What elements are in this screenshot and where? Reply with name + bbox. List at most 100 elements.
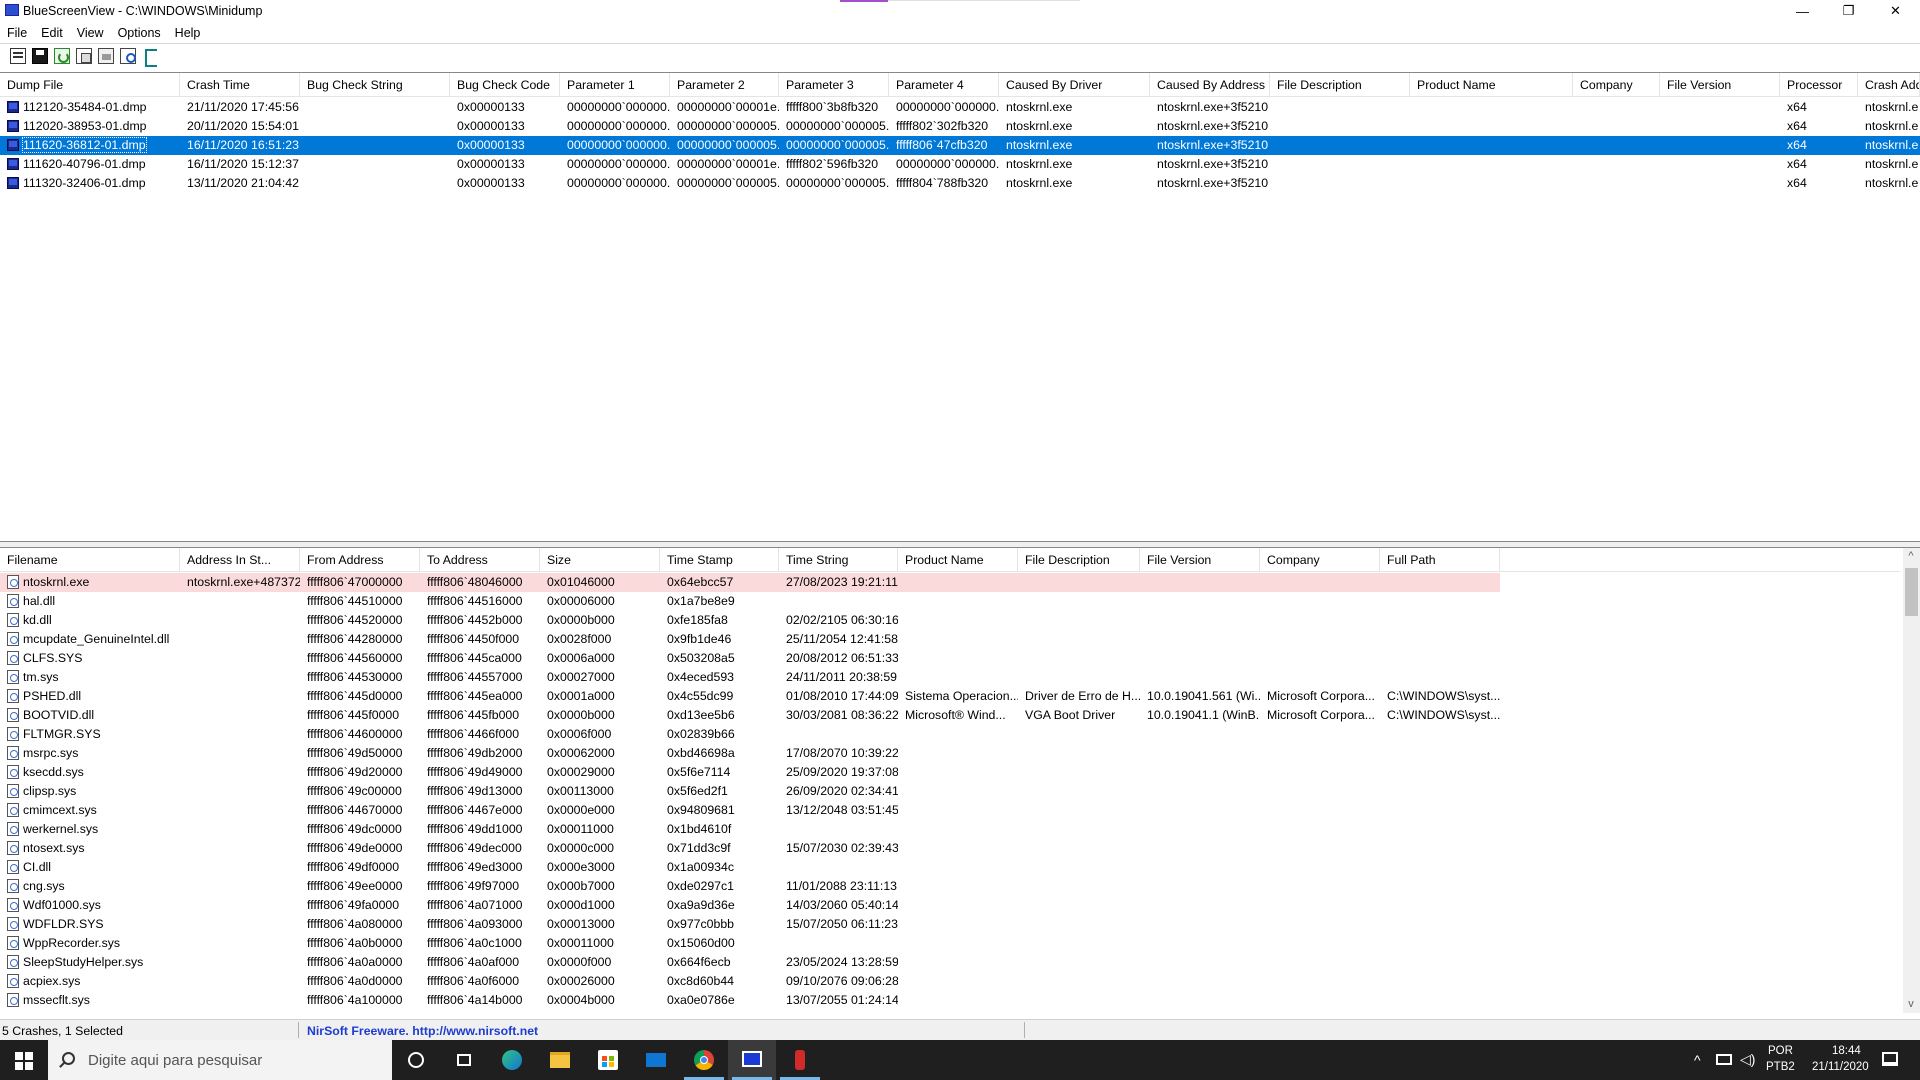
column-header-size[interactable]: Size <box>540 548 660 572</box>
html-report-icon[interactable] <box>10 48 26 64</box>
bluescreenview-taskbar-button[interactable] <box>728 1040 776 1080</box>
start-button[interactable] <box>0 1040 48 1080</box>
driver-row[interactable]: mcupdate_GenuineIntel.dll fffff806`442800… <box>0 630 1920 649</box>
properties-icon[interactable] <box>98 48 114 64</box>
maximize-button[interactable]: ❐ <box>1826 0 1871 22</box>
crash-row[interactable]: 112120-35484-01.dmp 21/11/2020 17:45:56 0x… <box>0 98 1920 117</box>
app-taskbar-button[interactable] <box>776 1040 824 1080</box>
column-header-company[interactable]: Company <box>1573 73 1660 97</box>
crash-row[interactable]: 112020-38953-01.dmp 20/11/2020 15:54:01 0x… <box>0 117 1920 136</box>
network-icon[interactable] <box>1716 1054 1732 1065</box>
driver-row[interactable]: cmimcext.sys fffff806`44670000 fffff806`44… <box>0 801 1920 820</box>
nirsoft-link[interactable]: NirSoft Freeware. http://www.nirsoft.net <box>307 1024 538 1038</box>
driver-row[interactable]: msrpc.sys fffff806`49d50000 fffff806`49db2… <box>0 744 1920 763</box>
column-header-caused-by-driver[interactable]: Caused By Driver <box>999 73 1150 97</box>
driver-row[interactable]: hal.dll fffff806`44510000 fffff806`4451600… <box>0 592 1920 611</box>
column-header-full-path[interactable]: Full Path <box>1380 548 1500 572</box>
menu-help[interactable]: Help <box>168 26 208 40</box>
close-button[interactable]: ✕ <box>1873 0 1918 22</box>
column-header-processor[interactable]: Processor <box>1780 73 1858 97</box>
chrome-taskbar-button[interactable] <box>680 1040 728 1080</box>
crash-row[interactable]: 111620-40796-01.dmp 16/11/2020 15:12:37 0x… <box>0 155 1920 174</box>
table-cell <box>1140 668 1260 687</box>
driver-row[interactable]: FLTMGR.SYS fffff806`44600000 fffff806`4466… <box>0 725 1920 744</box>
driver-row[interactable]: acpiex.sys fffff806`4a0d0000 fffff806`4a0f… <box>0 972 1920 991</box>
column-header-product-name[interactable]: Product Name <box>1410 73 1573 97</box>
store-taskbar-button[interactable] <box>584 1040 632 1080</box>
driver-row[interactable]: CLFS.SYS fffff806`44560000 fffff806`445ca0… <box>0 649 1920 668</box>
column-header-crash-time[interactable]: Crash Time <box>180 73 300 97</box>
file-explorer-taskbar-button[interactable] <box>536 1040 584 1080</box>
driver-list[interactable]: Filename Address In St... From Address To A… <box>0 547 1920 1013</box>
column-header-product-name[interactable]: Product Name <box>898 548 1018 572</box>
column-header-bug-check-string[interactable]: Bug Check String <box>300 73 450 97</box>
driver-row[interactable]: WDFLDR.SYS fffff806`4a080000 fffff806`4a09… <box>0 915 1920 934</box>
notifications-icon[interactable] <box>1882 1052 1898 1066</box>
driver-row[interactable]: PSHED.dll fffff806`445d0000 fffff806`445ea… <box>0 687 1920 706</box>
driver-row[interactable]: BOOTVID.dll fffff806`445f0000 fffff806`445… <box>0 706 1920 725</box>
driver-row[interactable]: ksecdd.sys fffff806`49d20000 fffff806`49d4… <box>0 763 1920 782</box>
exit-icon[interactable] <box>142 48 158 67</box>
vertical-scroll-thumb[interactable] <box>1905 568 1918 616</box>
column-header-filename[interactable]: Filename <box>0 548 180 572</box>
driver-row[interactable]: ntoskrnl.exe ntoskrnl.exe+487372 fffff806`… <box>0 573 1920 592</box>
column-header-file-version[interactable]: File Version <box>1140 548 1260 572</box>
driver-row[interactable]: tm.sys fffff806`44530000 fffff806`44557000… <box>0 668 1920 687</box>
driver-row[interactable]: clipsp.sys fffff806`49c00000 fffff806`49d1… <box>0 782 1920 801</box>
column-header-crash-add[interactable]: Crash Add <box>1858 73 1920 97</box>
column-header-time-string[interactable]: Time String <box>779 548 898 572</box>
taskbar-search-box[interactable]: Digite aqui para pesquisar <box>48 1040 392 1080</box>
edge-taskbar-button[interactable] <box>488 1040 536 1080</box>
scroll-down-arrow-icon[interactable]: v <box>1903 996 1919 1013</box>
column-header-bug-check-code[interactable]: Bug Check Code <box>450 73 560 97</box>
column-header-caused-by-address[interactable]: Caused By Address <box>1150 73 1270 97</box>
driver-row[interactable]: werkernel.sys fffff806`49dc0000 fffff806`4… <box>0 820 1920 839</box>
table-cell <box>1260 820 1380 839</box>
column-header-dump-file[interactable]: Dump File <box>0 73 180 97</box>
copy-icon[interactable] <box>76 48 92 64</box>
driver-row[interactable]: CI.dll fffff806`49df0000 fffff806`49ed3000… <box>0 858 1920 877</box>
menu-options[interactable]: Options <box>111 26 168 40</box>
crash-row[interactable]: 111620-36812-01.dmp 16/11/2020 16:51:23 0x… <box>0 136 1920 155</box>
driver-row[interactable]: cng.sys fffff806`49ee0000 fffff806`49f9700… <box>0 877 1920 896</box>
driver-row[interactable]: SleepStudyHelper.sys fffff806`4a0a0000 fff… <box>0 953 1920 972</box>
column-header-file-version[interactable]: File Version <box>1660 73 1780 97</box>
keyboard-indicator[interactable]: PTB2 <box>1766 1061 1795 1073</box>
driver-row[interactable]: Wdf01000.sys fffff806`49fa0000 fffff806`4a… <box>0 896 1920 915</box>
menu-view[interactable]: View <box>70 26 111 40</box>
minimize-button[interactable]: — <box>1780 0 1825 22</box>
column-header-address-in-st-[interactable]: Address In St... <box>180 548 300 572</box>
column-header-parameter-3[interactable]: Parameter 3 <box>779 73 889 97</box>
show-hidden-icons-icon[interactable]: ^ <box>1694 1052 1701 1068</box>
crash-row[interactable]: 111320-32406-01.dmp 13/11/2020 21:04:42 0x… <box>0 174 1920 193</box>
driver-row[interactable]: WppRecorder.sys fffff806`4a0b0000 fffff806… <box>0 934 1920 953</box>
column-header-file-description[interactable]: File Description <box>1270 73 1410 97</box>
table-cell: ntoskrnl.exe+3f5210 <box>1157 100 1269 114</box>
cortana-button[interactable] <box>392 1040 440 1080</box>
refresh-icon[interactable] <box>54 48 70 64</box>
driver-row[interactable]: ntosext.sys fffff806`49de0000 fffff806`49d… <box>0 839 1920 858</box>
column-header-from-address[interactable]: From Address <box>300 548 420 572</box>
column-header-parameter-1[interactable]: Parameter 1 <box>560 73 670 97</box>
clock-date[interactable]: 21/11/2020 <box>1812 1061 1869 1073</box>
volume-icon[interactable]: ◁) <box>1740 1051 1755 1068</box>
save-icon[interactable] <box>32 48 48 64</box>
find-icon[interactable] <box>120 48 136 64</box>
task-view-button[interactable] <box>440 1040 488 1080</box>
scroll-up-arrow-icon[interactable]: ^ <box>1903 548 1919 565</box>
column-header-company[interactable]: Company <box>1260 548 1380 572</box>
menu-edit[interactable]: Edit <box>34 26 70 40</box>
column-header-to-address[interactable]: To Address <box>420 548 540 572</box>
driver-row[interactable]: kd.dll fffff806`44520000 fffff806`4452b000… <box>0 611 1920 630</box>
column-header-parameter-4[interactable]: Parameter 4 <box>889 73 999 97</box>
column-header-time-stamp[interactable]: Time Stamp <box>660 548 779 572</box>
clock-time[interactable]: 18:44 <box>1832 1045 1861 1057</box>
language-indicator[interactable]: POR <box>1768 1045 1793 1057</box>
column-header-file-description[interactable]: File Description <box>1018 548 1140 572</box>
column-header-parameter-2[interactable]: Parameter 2 <box>670 73 779 97</box>
crash-list[interactable]: Dump File Crash Time Bug Check String Bug C… <box>0 72 1920 542</box>
menu-file[interactable]: File <box>0 26 34 40</box>
vertical-scrollbar[interactable]: ^ v <box>1903 548 1920 1013</box>
driver-row[interactable]: mssecflt.sys fffff806`4a100000 fffff806`4a… <box>0 991 1920 1010</box>
mail-taskbar-button[interactable] <box>632 1040 680 1080</box>
